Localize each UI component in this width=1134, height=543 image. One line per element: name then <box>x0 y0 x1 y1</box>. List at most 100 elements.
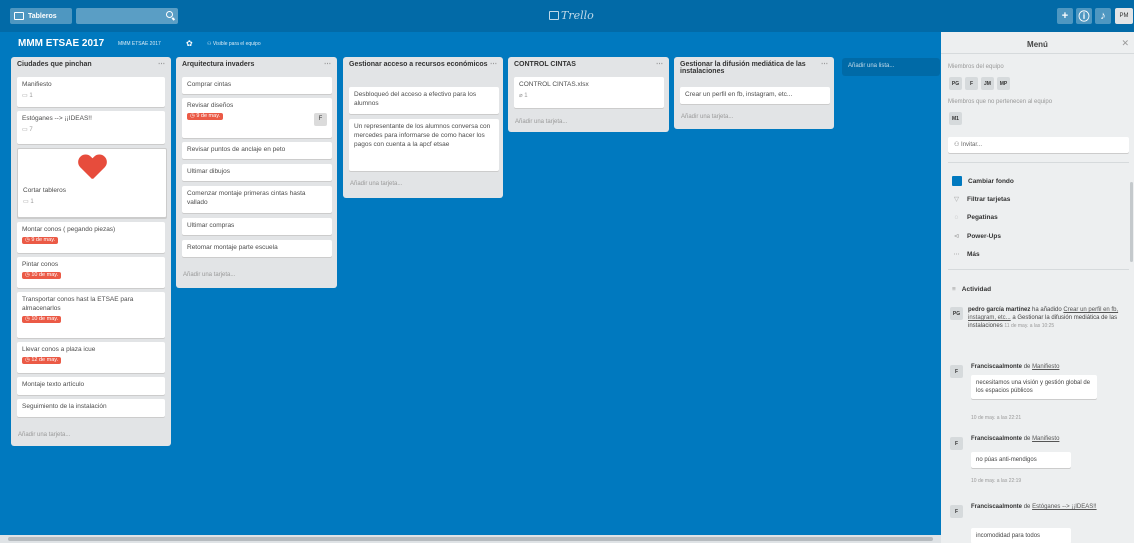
due-date-badge: ◷ 10 de may. <box>22 271 62 280</box>
list-control-cintas: CONTROL CINTAS ⋯ CONTROL CINTAS.xlsx ⌀ 1… <box>508 57 669 132</box>
list-title[interactable]: Gestionar acceso a recursos económicos ⋯ <box>343 57 503 85</box>
add-icon[interactable]: + <box>1057 8 1073 24</box>
card[interactable]: CONTROL CINTAS.xlsx ⌀ 1 <box>514 77 664 108</box>
card-comments: ▭ 1 <box>22 92 33 99</box>
menu-item-filter-cards[interactable]: ▽ Filtrar tarjetas <box>952 195 1010 204</box>
add-list-button[interactable]: Añadir una lista... <box>842 58 940 76</box>
activity-user[interactable]: pedro garcía martínez <box>968 307 1030 313</box>
activity-card-link[interactable]: Estóganes --> ¡¡IDEAS!! <box>1032 504 1097 510</box>
members-label: Miembros del equipo <box>948 64 1004 70</box>
activity-avatar[interactable]: F <box>950 365 963 378</box>
member-avatar[interactable]: F <box>314 113 327 126</box>
divider <box>948 269 1129 270</box>
notifications-bell-icon[interactable]: ♪ <box>1095 8 1111 24</box>
trello-logo[interactable]: Trello <box>549 9 594 22</box>
user-avatar[interactable]: PM <box>1115 8 1133 24</box>
add-card-button[interactable]: Añadir una tarjeta... <box>183 272 235 278</box>
card[interactable]: Comprar cintas <box>182 77 332 94</box>
activity-time[interactable]: 11 de may. a las 10:25 <box>1004 323 1054 329</box>
activity-user[interactable]: Franciscaalmonte <box>971 504 1022 510</box>
card[interactable]: Manifiesto ▭ 1 <box>17 77 165 107</box>
card[interactable]: Montaje texto artículo <box>17 377 165 395</box>
list-menu-icon[interactable]: ⋯ <box>490 60 497 68</box>
card-title: Retomar montaje parte escuela <box>187 244 278 251</box>
list-menu-icon[interactable]: ⋯ <box>821 60 828 68</box>
card[interactable]: Desbloqueó del acceso a efectivo para lo… <box>349 87 499 114</box>
member-avatar[interactable]: MP <box>997 77 1010 90</box>
card[interactable]: Comenzar montaje primeras cintas hasta v… <box>182 186 332 213</box>
card[interactable]: Seguimiento de la instalación <box>17 399 165 417</box>
list-title-text: Ciudades que pinchan <box>17 61 92 68</box>
activity-time[interactable]: 10 de may. a las 22:19 <box>971 478 1021 484</box>
activity-user[interactable]: Franciscaalmonte <box>971 364 1022 370</box>
board-horizontal-scrollbar[interactable] <box>0 535 941 543</box>
info-icon[interactable]: ⓘ <box>1076 8 1092 24</box>
menu-item-power-ups[interactable]: ⊲ Power-Ups <box>952 232 1001 241</box>
list-menu-icon[interactable]: ⋯ <box>324 60 331 68</box>
activity-avatar[interactable]: F <box>950 505 963 518</box>
card-title: CONTROL CINTAS.xlsx <box>519 81 589 88</box>
activity-card-link[interactable]: Manifiesto <box>1032 436 1059 442</box>
card-title: Transportar conos hast la ETSAE para alm… <box>22 296 134 312</box>
activity-entry: pedro garcía martínez ha añadido Crear u… <box>968 307 1119 330</box>
board-title[interactable]: MMM ETSAE 2017 <box>18 38 104 49</box>
activity-time[interactable]: 10 de may. a las 22:21 <box>971 415 1021 421</box>
search-input[interactable] <box>76 8 178 24</box>
card[interactable]: Revisar puntos de anclaje en peto <box>182 142 332 159</box>
add-card-button[interactable]: Añadir una tarjeta... <box>515 119 567 125</box>
card-title: Crear un perfil en fb, instagram, etc... <box>685 91 793 98</box>
activity-card-link[interactable]: Manifiesto <box>1032 364 1059 370</box>
more-icon: ⋯ <box>953 251 960 258</box>
card[interactable]: Pintar conos ◷ 10 de may. <box>17 257 165 288</box>
card[interactable]: Revisar diseños ◷ 9 de may. F <box>182 98 332 138</box>
list-title[interactable]: Gestionar la difusión mediática de las i… <box>674 57 834 85</box>
list-difusion: Gestionar la difusión mediática de las i… <box>674 57 834 129</box>
menu-item-more[interactable]: ⋯ Más <box>952 250 979 259</box>
list-title[interactable]: CONTROL CINTAS ⋯ <box>508 57 669 75</box>
card[interactable]: Ultimar dibujos <box>182 164 332 181</box>
card-title: Desbloqueó del acceso a efectivo para lo… <box>354 91 477 107</box>
activity-avatar[interactable]: F <box>950 437 963 450</box>
card[interactable]: Retomar montaje parte escuela <box>182 240 332 257</box>
close-icon[interactable]: ✕ <box>1121 38 1129 49</box>
card[interactable]: Cortar tableros ▭ 1 <box>17 148 167 218</box>
menu-scrollbar[interactable] <box>1130 182 1133 262</box>
person-icon: ⚇ <box>954 142 962 148</box>
card-title: Seguimiento de la instalación <box>22 403 107 410</box>
divider <box>948 162 1129 163</box>
card-title: Cortar tableros <box>23 187 66 194</box>
search-icon[interactable] <box>166 11 173 18</box>
add-card-button[interactable]: Añadir una tarjeta... <box>681 114 733 120</box>
scrollbar-thumb[interactable] <box>8 537 933 541</box>
list-menu-icon[interactable]: ⋯ <box>158 60 165 68</box>
invite-button[interactable]: ⚇ Invitar... <box>948 137 1129 153</box>
activity-user[interactable]: Franciscaalmonte <box>971 436 1022 442</box>
list-title-text: Arquitectura invaders <box>182 61 255 68</box>
member-avatar[interactable]: M1 <box>949 112 962 125</box>
add-card-button[interactable]: Añadir una tarjeta... <box>18 432 70 438</box>
board-org-label[interactable]: MMM ETSAE 2017 <box>118 41 161 47</box>
list-menu-icon[interactable]: ⋯ <box>656 60 663 68</box>
list-title[interactable]: Arquitectura invaders ⋯ <box>176 57 337 75</box>
board-visibility[interactable]: ⚇ Visible para el equipo <box>207 41 261 47</box>
activity-comment: no púas anti-mendigos <box>971 452 1071 469</box>
card[interactable]: Un representante de los alumnos conversa… <box>349 119 499 171</box>
list-title[interactable]: Ciudades que pinchan ⋯ <box>11 57 171 75</box>
card[interactable]: Transportar conos hast la ETSAE para alm… <box>17 292 165 338</box>
menu-item-change-background[interactable]: Cambiar fondo <box>952 176 1014 186</box>
card[interactable]: Ultimar compras <box>182 218 332 235</box>
card[interactable]: Crear un perfil en fb, instagram, etc... <box>680 87 830 104</box>
star-icon[interactable]: ✿ <box>186 39 193 48</box>
member-avatar[interactable]: PG <box>949 77 962 90</box>
boards-button[interactable]: Tableros <box>10 8 72 24</box>
add-card-button[interactable]: Añadir una tarjeta... <box>350 181 402 187</box>
card[interactable]: Llevar conos a plaza icue ◷ 12 de may. <box>17 342 165 373</box>
card-title: Estóganes --> ¡¡IDEAS!! <box>22 115 92 122</box>
member-avatar[interactable]: F <box>965 77 978 90</box>
activity-avatar[interactable]: PG <box>950 307 963 320</box>
menu-item-stickers[interactable]: ◌ Pegatinas <box>952 214 998 221</box>
card-title: Ultimar compras <box>187 222 235 229</box>
card[interactable]: Estóganes --> ¡¡IDEAS!! ▭ 7 <box>17 111 165 144</box>
member-avatar[interactable]: JM <box>981 77 994 90</box>
card[interactable]: Montar conos ( pegando piezas) ◷ 9 de ma… <box>17 222 165 253</box>
